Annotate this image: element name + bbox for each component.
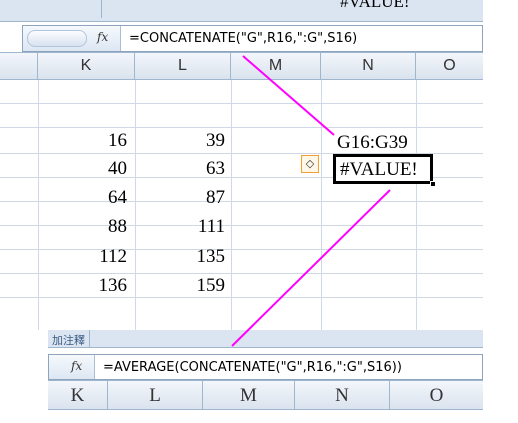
cell-k20[interactable]: 112 [40, 246, 127, 268]
top-cropped-cell-value: #VALUE! [340, 0, 410, 11]
cell-l17[interactable]: 63 [137, 158, 225, 180]
formula-bar: fx =CONCATENATE("G",R16,":G",S16) [22, 25, 483, 52]
cell-n-reference[interactable]: G16:G39 [337, 132, 408, 154]
column-header-m[interactable]: M [231, 53, 321, 79]
column-header-k[interactable]: K [38, 53, 135, 79]
top-toolbar-strip [0, 0, 483, 22]
cell-k18[interactable]: 64 [40, 187, 127, 209]
lower-formula-input[interactable]: =AVERAGE(CONCATENATE("G",R16,":G",S16)) [103, 360, 402, 375]
cell-l20[interactable]: 135 [137, 246, 226, 268]
name-box[interactable] [27, 30, 87, 47]
lower-column-header-k[interactable]: K [48, 381, 108, 409]
column-header-n[interactable]: N [321, 53, 416, 79]
lower-fx-icon[interactable]: fx [71, 359, 82, 373]
lower-toolbar-strip: 加注釋 [48, 330, 483, 348]
spreadsheet-screenshot: #VALUE! fx =CONCATENATE("G",R16,":G",S16… [0, 0, 518, 423]
cell-l16[interactable]: 39 [137, 130, 225, 152]
lower-column-header-m[interactable]: M [203, 381, 295, 409]
name-box-area: fx [23, 26, 121, 51]
lower-name-box-area: fx [49, 355, 95, 379]
cell-k19[interactable]: 88 [40, 216, 127, 238]
cell-l19[interactable]: 111 [137, 216, 225, 238]
column-header-row: K L M N O [0, 52, 483, 80]
cell-k21[interactable]: 136 [40, 275, 128, 297]
cell-grid[interactable]: 16 40 64 88 112 136 39 63 87 111 135 159… [0, 80, 483, 330]
lower-column-header-l[interactable]: L [108, 381, 203, 409]
lower-tab-annotation[interactable]: 加注釋 [48, 330, 90, 347]
active-cell-n[interactable]: #VALUE! [333, 154, 436, 187]
error-warning-icon[interactable]: ◇ [301, 155, 319, 173]
column-header-l[interactable]: L [135, 53, 231, 79]
lower-column-header-o[interactable]: O [390, 381, 483, 409]
top-sheet-tab[interactable] [2, 0, 102, 18]
formula-input[interactable]: =CONCATENATE("G",R16,":G",S16) [129, 31, 357, 46]
lower-column-header-n[interactable]: N [295, 381, 390, 409]
cell-n-error-value: #VALUE! [340, 159, 418, 180]
fill-handle[interactable] [430, 181, 436, 187]
column-header-o[interactable]: O [416, 53, 483, 79]
row-header-corner[interactable] [0, 53, 38, 79]
cell-k17[interactable]: 40 [40, 158, 127, 180]
cell-l18[interactable]: 87 [137, 187, 225, 209]
fx-icon[interactable]: fx [97, 30, 108, 44]
cell-k16[interactable]: 16 [40, 130, 127, 152]
lower-column-header-row: K L M N O [48, 380, 483, 410]
cell-l21[interactable]: 159 [137, 275, 226, 297]
lower-formula-bar: fx =AVERAGE(CONCATENATE("G",R16,":G",S16… [48, 354, 483, 380]
